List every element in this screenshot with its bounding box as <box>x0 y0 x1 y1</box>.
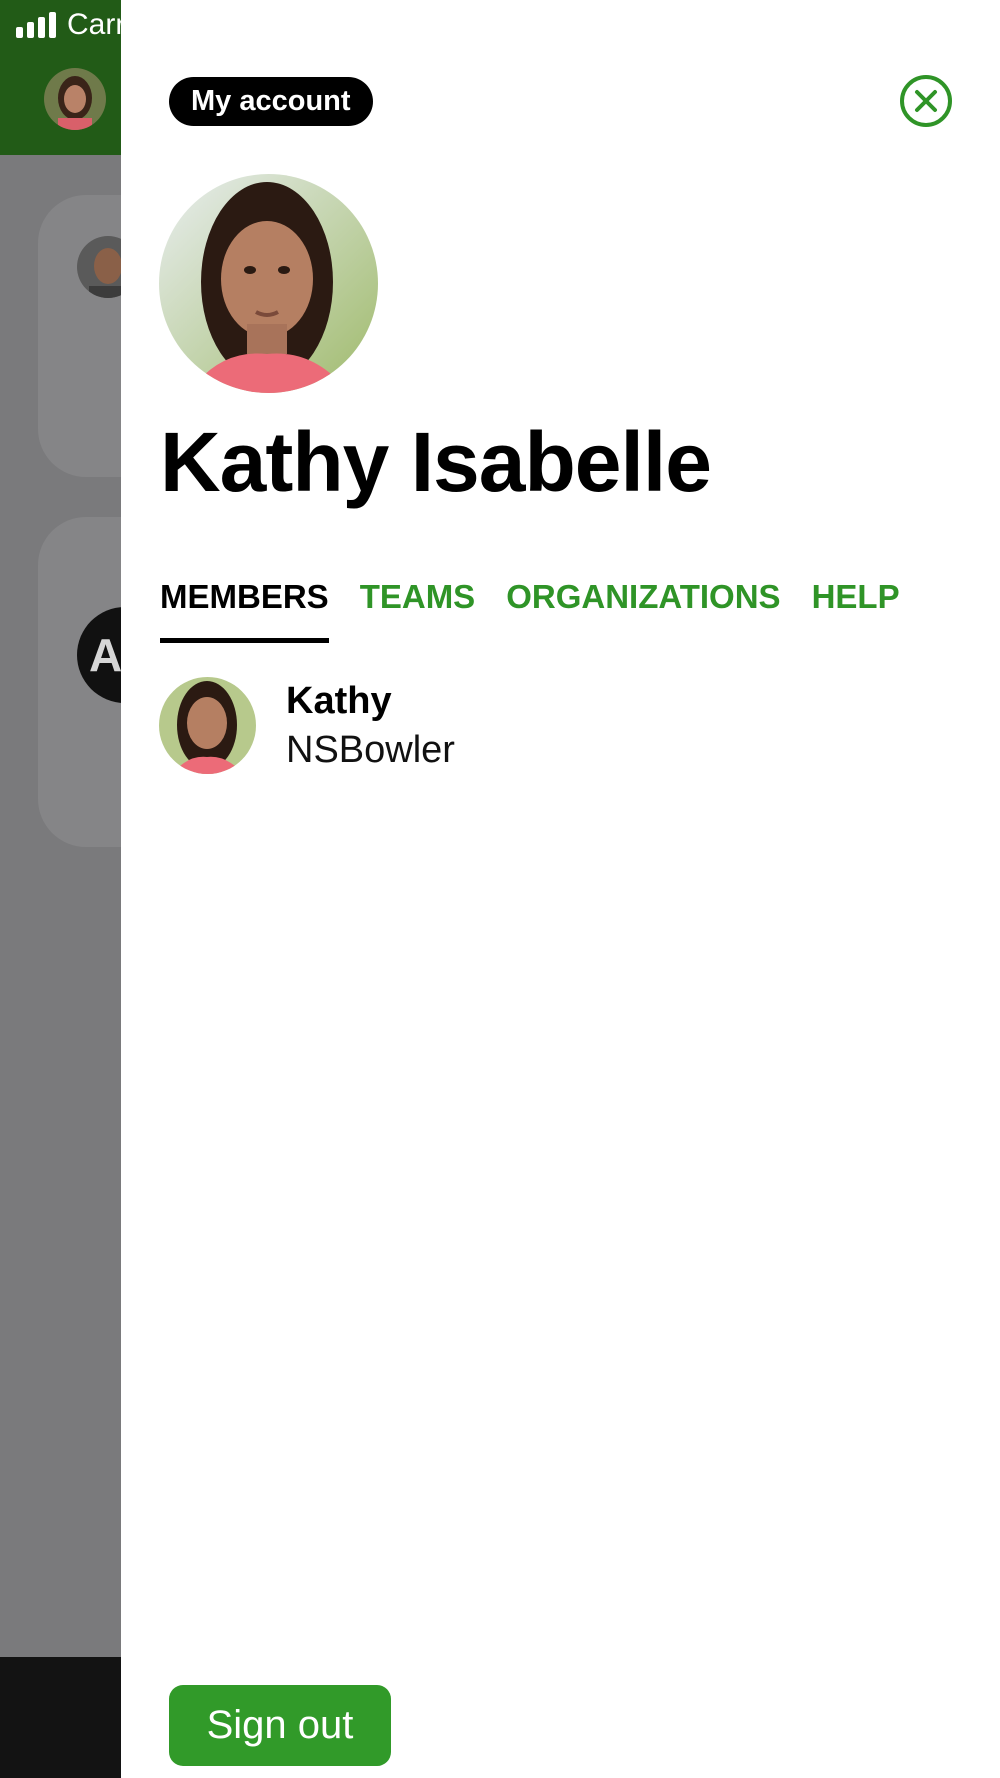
close-icon <box>900 75 952 127</box>
member-avatar <box>159 677 256 774</box>
close-button[interactable] <box>899 74 953 128</box>
my-account-badge: My account <box>169 77 373 126</box>
signal-icon <box>16 12 56 38</box>
sign-out-button[interactable]: Sign out <box>169 1685 391 1766</box>
member-subtitle: NSBowler <box>286 729 455 771</box>
tab-help[interactable]: HELP <box>812 578 900 643</box>
member-list-item[interactable]: Kathy NSBowler <box>159 677 455 776</box>
member-name: Kathy <box>286 680 392 722</box>
background-header: Carr <box>0 0 125 155</box>
account-tabs: MEMBERS TEAMS ORGANIZATIONS HELP <box>160 578 931 643</box>
tab-teams[interactable]: TEAMS <box>360 578 476 643</box>
carrier-label: Carr <box>67 8 126 41</box>
tab-members[interactable]: MEMBERS <box>160 578 329 643</box>
profile-name: Kathy Isabelle <box>160 415 712 509</box>
tab-organizations[interactable]: ORGANIZATIONS <box>506 578 780 643</box>
background-tabbar <box>0 1657 121 1778</box>
background-avatar <box>44 68 106 130</box>
account-drawer: My account Kathy Isabelle MEMBERS TEAMS … <box>121 0 1000 1778</box>
profile-avatar <box>159 174 378 393</box>
